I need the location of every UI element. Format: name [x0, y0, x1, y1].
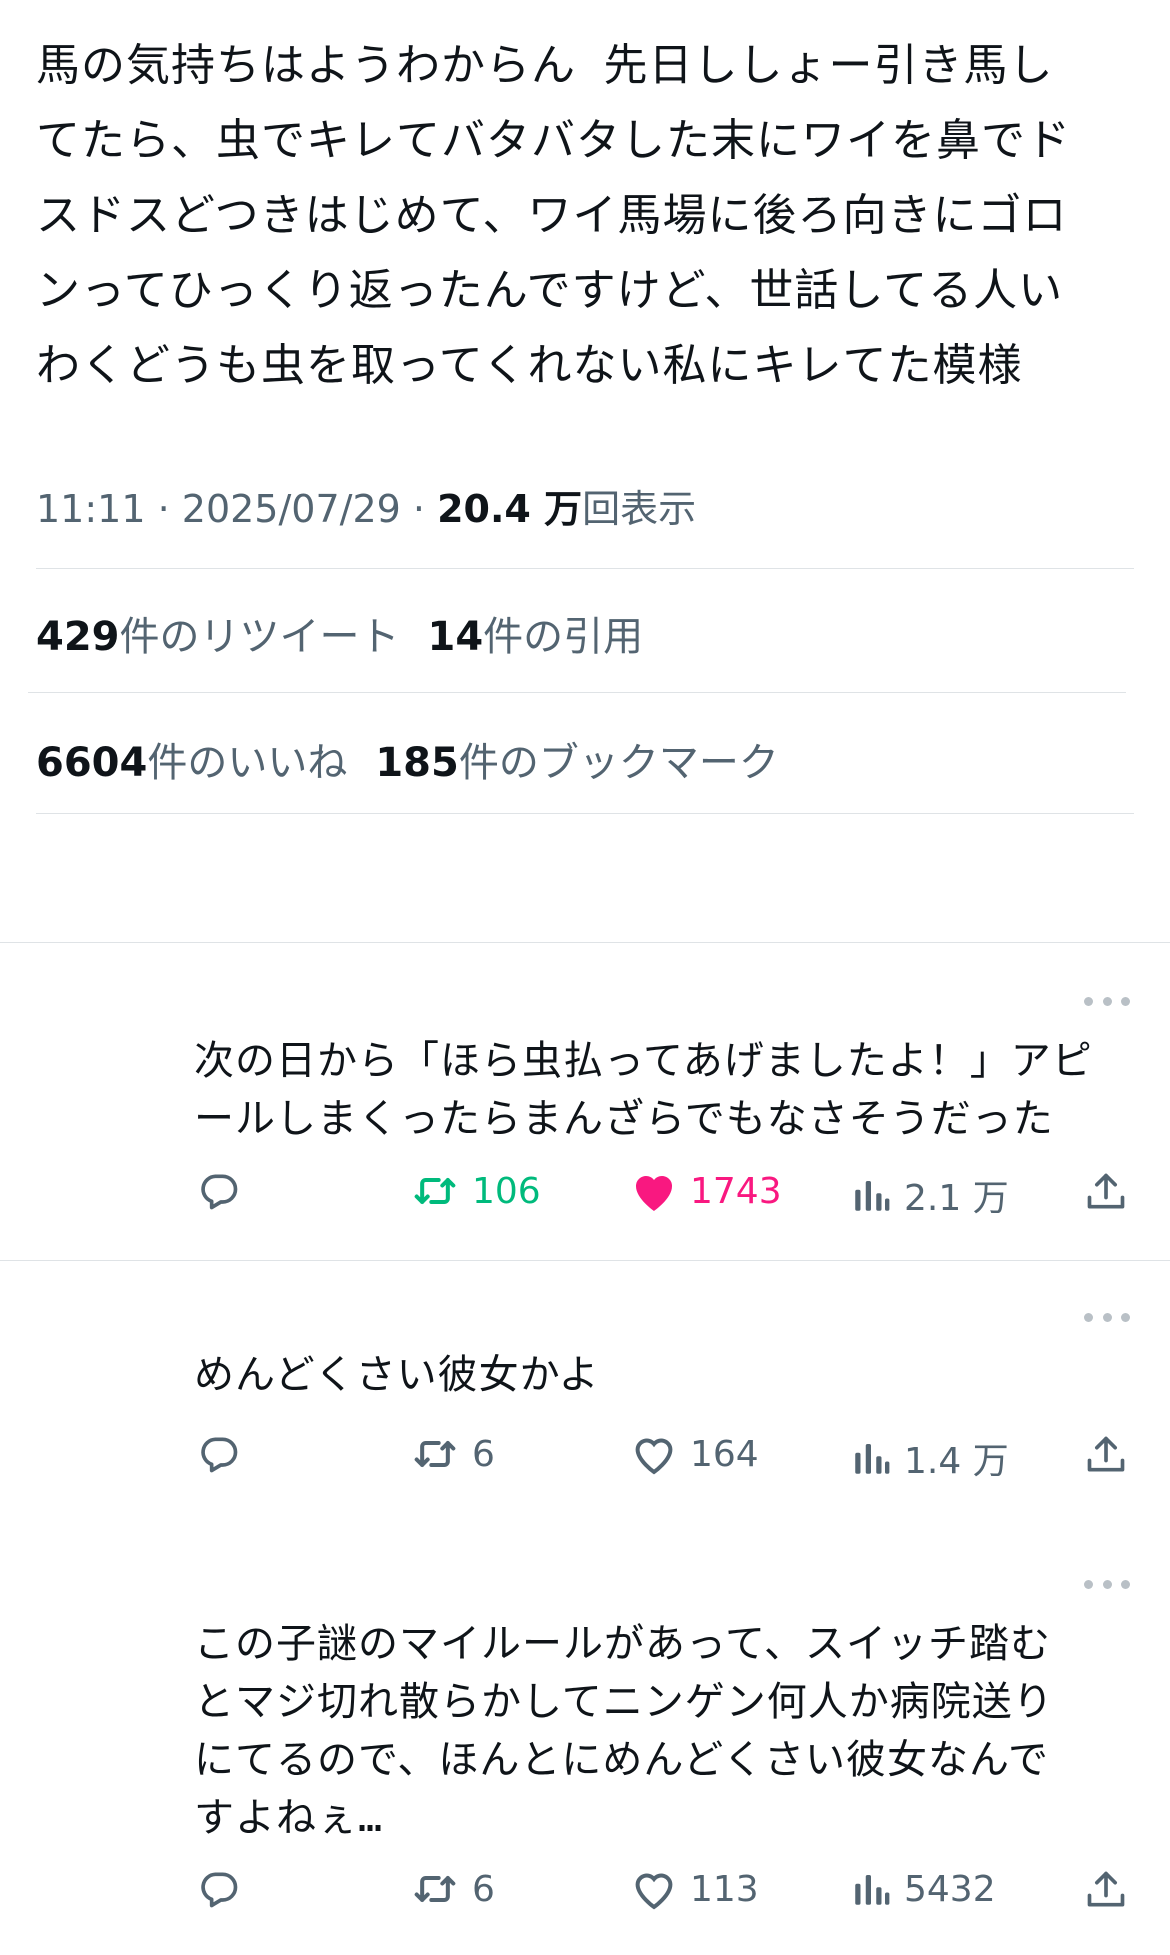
views-button[interactable]: 5432: [850, 1867, 996, 1911]
reply-icon: [201, 1437, 238, 1473]
bookmarks-label: 件のブックマーク: [458, 740, 779, 786]
likes-stat[interactable]: 6604件のいいね: [36, 740, 347, 786]
reply-button[interactable]: [196, 1169, 242, 1213]
tweet-time[interactable]: 11:11: [36, 487, 146, 531]
stats-row-1: 429件のリツイート 14件の引用: [36, 604, 643, 662]
like-count: 164: [690, 1433, 759, 1475]
divider: [36, 568, 1134, 569]
share-icon: [1087, 1173, 1125, 1209]
share-button[interactable]: [1084, 1169, 1128, 1215]
quotes-stat[interactable]: 14件の引用: [428, 614, 644, 660]
retweet-count: 6: [472, 1433, 495, 1475]
retweet-count: 106: [472, 1170, 541, 1212]
reply-item[interactable]: 次の日から「ほら虫払ってあげましたよ！」アピ ールしまくったらまんざらでもなさそ…: [0, 943, 1170, 1260]
meta-separator: ·: [412, 487, 438, 531]
quotes-count: 14: [427, 614, 484, 660]
bookmarks-stat[interactable]: 185件のブックマーク: [375, 740, 779, 786]
retweet-icon: [414, 1875, 456, 1903]
reply-icon: [201, 1174, 238, 1210]
like-count: 113: [690, 1868, 759, 1910]
reply-icon: [201, 1872, 238, 1908]
like-button[interactable]: 164: [630, 1432, 759, 1476]
retweet-button[interactable]: 106: [410, 1169, 541, 1213]
more-icon[interactable]: [1084, 1310, 1130, 1324]
views-icon: [855, 1875, 890, 1905]
reply-button[interactable]: [196, 1432, 242, 1476]
tweet-meta: 11:11 · 2025/07/29 · 20.4 万回表示: [36, 478, 696, 533]
views-button[interactable]: 1.4 万: [850, 1432, 1009, 1484]
quotes-label: 件の引用: [483, 614, 644, 660]
views-label: 回表示: [582, 487, 697, 531]
retweet-button[interactable]: 6: [410, 1867, 495, 1911]
divider: [28, 692, 1126, 693]
more-icon[interactable]: [1084, 1577, 1130, 1591]
reply-item[interactable]: めんどくさい彼女かよ 6 164 1.4 万: [0, 1261, 1170, 1541]
like-button[interactable]: 113: [630, 1867, 759, 1911]
stats-row-2: 6604件のいいね 185件のブックマーク: [36, 730, 779, 788]
reply-text: めんどくさい彼女かよ: [194, 1352, 600, 1398]
like-button[interactable]: 1743: [630, 1169, 782, 1213]
share-button[interactable]: [1084, 1867, 1128, 1913]
views-count: 5432: [904, 1868, 996, 1910]
divider: [36, 813, 1134, 814]
retweet-icon: [414, 1440, 456, 1468]
like-icon: [635, 1873, 673, 1910]
tweet-date[interactable]: 2025/07/29: [182, 487, 401, 531]
like-icon: [635, 1438, 673, 1475]
more-icon[interactable]: [1084, 994, 1130, 1008]
like-count: 1743: [690, 1170, 782, 1212]
meta-separator: ·: [157, 487, 182, 531]
reply-item[interactable]: この子謎のマイルールがあって、スイッチ踏む とマジ切れ散らかしてニンゲン何人か病…: [0, 1541, 1170, 1955]
likes-count: 6604: [36, 740, 148, 786]
views-icon: [855, 1181, 890, 1211]
retweet-count: 6: [472, 1868, 495, 1910]
reply-text: 次の日から「ほら虫払ってあげましたよ！」アピ ールしまくったらまんざらでもなさそ…: [194, 1038, 1093, 1142]
views-count: 1.4 万: [904, 1441, 1009, 1482]
retweets-label: 件のリツイート: [119, 614, 400, 660]
retweets-count: 429: [36, 614, 120, 660]
bookmarks-count: 185: [375, 740, 459, 786]
retweets-stat[interactable]: 429件のリツイート: [36, 614, 400, 660]
tweet-text: 馬の気持ちはようわからん 先日ししょー引き馬し てたら、虫でキレてバタバタした末…: [36, 40, 1071, 391]
views-count: 2.1 万: [904, 1178, 1009, 1219]
reply-button[interactable]: [196, 1867, 242, 1911]
share-icon: [1087, 1436, 1125, 1472]
retweet-icon: [414, 1177, 456, 1205]
likes-label: 件のいいね: [147, 740, 348, 786]
views-button[interactable]: 2.1 万: [850, 1169, 1009, 1221]
share-icon: [1087, 1871, 1125, 1907]
like-icon: [635, 1175, 673, 1211]
reply-text: この子謎のマイルールがあって、スイッチ踏む とマジ切れ散らかしてニンゲン何人か病…: [194, 1621, 1054, 1841]
views-count: 20.4 万: [437, 487, 583, 531]
views-icon: [855, 1444, 890, 1474]
share-button[interactable]: [1084, 1432, 1128, 1478]
retweet-button[interactable]: 6: [410, 1432, 495, 1476]
